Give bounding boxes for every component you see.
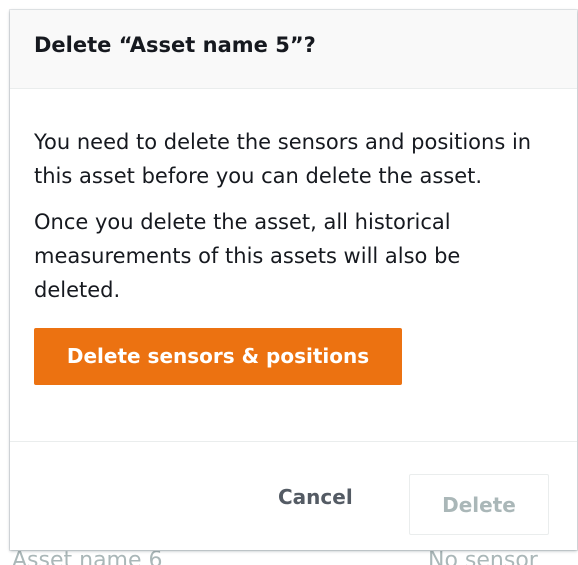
consequence-message: Once you delete the asset, all historica… [34,210,461,302]
modal-footer: Cancel Delete [10,442,577,549]
delete-asset-modal: Delete “Asset name 5”? You need to delet… [10,10,577,550]
page: Asset name 6 No sensor Delete “Asset nam… [0,0,578,565]
background-sensor-status: No sensor [428,548,538,565]
cancel-button[interactable]: Cancel [260,472,371,522]
modal-header: Delete “Asset name 5”? [10,10,577,89]
warning-message: You need to delete the sensors and posit… [34,130,532,188]
background-asset-name: Asset name 6 [12,548,163,565]
modal-title: Delete “Asset name 5”? [34,33,316,57]
delete-sensors-positions-button[interactable]: Delete sensors & positions [34,328,402,385]
modal-body: You need to delete the sensors and posit… [10,89,577,442]
delete-button[interactable]: Delete [409,474,549,535]
